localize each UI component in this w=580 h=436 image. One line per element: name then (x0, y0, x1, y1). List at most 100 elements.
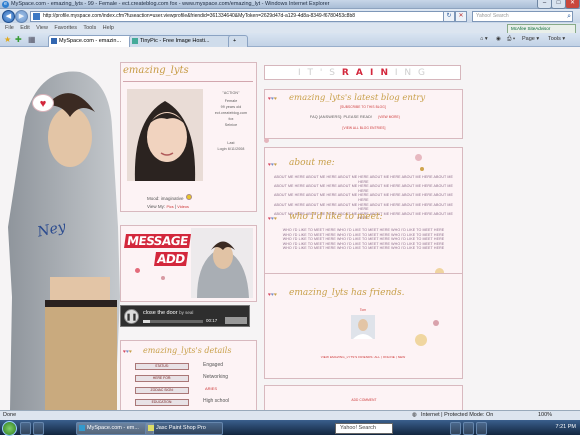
decor-dot (264, 138, 269, 143)
favorites-star-icon[interactable]: ★ (4, 36, 12, 44)
taskbar-paintshop-window[interactable]: Jasc Paint Shop Pro (145, 422, 223, 435)
friend-avatar[interactable] (351, 315, 375, 339)
education-label: EDUCATION: (135, 399, 189, 406)
menu-bar: File Edit View Favorites Tools Help McAf… (0, 23, 580, 34)
decor-dot (415, 334, 427, 346)
view-more-link[interactable]: (VIEW MORE) (375, 115, 403, 120)
tinypic-tab-icon (132, 38, 138, 44)
status-label: STATUS: (135, 363, 189, 370)
volume-bars[interactable] (225, 317, 247, 324)
print-icon[interactable]: ⎙ ▾ (507, 36, 515, 43)
meet-hearts-icon: ♥♥♥ (268, 216, 277, 222)
taskbar: MySpace.com - em... Jasc Paint Shop Pro … (0, 420, 580, 436)
model-photo: Ney (0, 47, 125, 410)
contact-photo (191, 228, 253, 298)
decor-dot (135, 268, 140, 273)
page-content: Ney ♥ emazing_lyts "action" Female 99 ye… (0, 47, 580, 410)
minimize-button[interactable]: – (537, 0, 552, 9)
url-text: http://profile.myspace.com/index.cfm?fus… (43, 13, 356, 19)
quick-tabs-icon[interactable]: ▦ (28, 36, 36, 44)
address-bar: ◀ ▶ http://profile.myspace.com/index.cfm… (0, 9, 580, 23)
decor-dot (420, 167, 424, 171)
view-my-label: View My: Pics | Videos (147, 204, 189, 209)
mood-text: Mood: imaginative (147, 196, 184, 201)
song-time: 00:17 (206, 318, 218, 323)
friend-name[interactable]: Tom (355, 308, 371, 313)
profile-photo[interactable] (127, 89, 203, 181)
profile-name: emazing_lyts (123, 65, 189, 76)
blog-panel: ♥♥♥ emazing_lyts's latest blog entry [SU… (264, 89, 463, 139)
menu-edit[interactable]: Edit (20, 25, 29, 31)
friends-title: emazing_lyts has friends. (289, 288, 405, 298)
tray-icon[interactable] (450, 422, 461, 435)
search-input[interactable]: Yahoo! Search ⌕ (472, 11, 573, 22)
security-zone[interactable]: Internet | Protected Mode: On (421, 412, 493, 418)
last-login-date: Login 6/11/2008 (217, 147, 245, 151)
pics-link[interactable]: Pics (166, 205, 173, 209)
blog-entry-link[interactable]: FAQ [ANSWERS]: PLEASE READ! (305, 115, 377, 120)
add-favorites-icon[interactable]: ✚ (15, 36, 23, 44)
tab-myspace-label: MySpace.com - emazin... (59, 38, 122, 44)
profile-panel: emazing_lyts "action" Female 99 years ol… (120, 62, 257, 212)
about-title: about me: (289, 158, 335, 168)
decor-dot (161, 276, 165, 280)
status-value: Engaged (203, 362, 224, 368)
back-button[interactable]: ◀ (2, 10, 15, 23)
stop-button[interactable]: ✕ (455, 11, 467, 22)
refresh-button[interactable]: ↻ (443, 11, 455, 22)
decor-dot (433, 320, 439, 326)
ie-icon: e (2, 1, 9, 8)
menu-tools[interactable]: Tools (83, 25, 96, 31)
title-bar: e MySpace.com - emazing_lyts - 99 - Fema… (0, 0, 580, 9)
divider (123, 81, 253, 82)
menu-file[interactable]: File (5, 25, 14, 31)
menu-favorites[interactable]: Favorites (54, 25, 77, 31)
search-icon[interactable]: ⌕ (567, 12, 571, 21)
search-placeholder: Yahoo! Search (476, 13, 509, 19)
heart-bubble-icon: ♥ (32, 94, 54, 112)
details-title: emazing_lyts's details (143, 346, 232, 355)
tray-icon[interactable] (476, 422, 487, 435)
taskbar-ie-window[interactable]: MySpace.com - em... (76, 422, 154, 435)
profile-site: ect.createblog.com (214, 111, 248, 115)
switch-windows-icon[interactable] (33, 422, 44, 435)
profile-age: 99 years old (220, 105, 242, 109)
zodiac-value[interactable]: Aries (205, 386, 217, 391)
zoom-level[interactable]: 100% (538, 412, 552, 418)
details-hearts-icon: ♥♥♥ (123, 349, 132, 355)
show-desktop-icon[interactable] (20, 422, 31, 435)
pause-button[interactable]: ❚❚ (124, 309, 139, 324)
url-field[interactable]: http://profile.myspace.com/index.cfm?fus… (30, 11, 454, 22)
home-icon[interactable]: ⌂ ▾ (480, 36, 488, 42)
subscribe-blog-link[interactable]: [SUBSCRIBE TO THIS BLOG] (325, 105, 401, 110)
page-menu[interactable]: Page ▾ (522, 36, 539, 42)
add-comment-link[interactable]: ADD COMMENT (345, 398, 383, 403)
forward-button[interactable]: ▶ (15, 10, 28, 23)
tab-bar: ★ ✚ ▦ MySpace.com - emazin... ✕ TinyPic … (0, 33, 580, 48)
zodiac-label: ZODIAC SIGN: (135, 387, 189, 394)
feeds-icon[interactable]: ◉ (496, 36, 501, 42)
tools-menu[interactable]: Tools ▾ (548, 36, 565, 42)
progress-bar[interactable] (143, 320, 203, 323)
music-player: ❚❚ close the door by seal 00:17 (120, 305, 250, 327)
close-button[interactable]: ✕ (565, 0, 580, 9)
view-all-friends-link[interactable]: VIEW EMAZING_LYTS'S FRIENDS: ALL | ONLIN… (305, 355, 421, 360)
taskbar-search-input[interactable]: Yahoo! Search (335, 423, 393, 434)
clock[interactable]: 7:21 PM (556, 422, 576, 433)
mood-smiley-icon (186, 194, 192, 200)
menu-help[interactable]: Help (103, 25, 114, 31)
tray-icon[interactable] (463, 422, 474, 435)
maximize-button[interactable]: □ (551, 0, 566, 9)
last-login-label: Last (227, 141, 235, 145)
add-friend-button[interactable]: ADD (154, 252, 188, 266)
videos-link[interactable]: Videos (177, 205, 189, 209)
page-icon (33, 13, 40, 20)
menu-view[interactable]: View (36, 25, 48, 31)
start-button[interactable] (2, 421, 17, 436)
send-message-button[interactable]: MESSAGE (124, 234, 191, 248)
about-hearts-icon: ♥♥♥ (268, 162, 277, 168)
view-all-blogs-link[interactable]: [VIEW ALL BLOG ENTRIES] (331, 126, 397, 131)
profile-city: fox (228, 117, 234, 121)
globe-icon: ◍ (412, 412, 417, 418)
profile-quote: "action" (222, 91, 240, 95)
